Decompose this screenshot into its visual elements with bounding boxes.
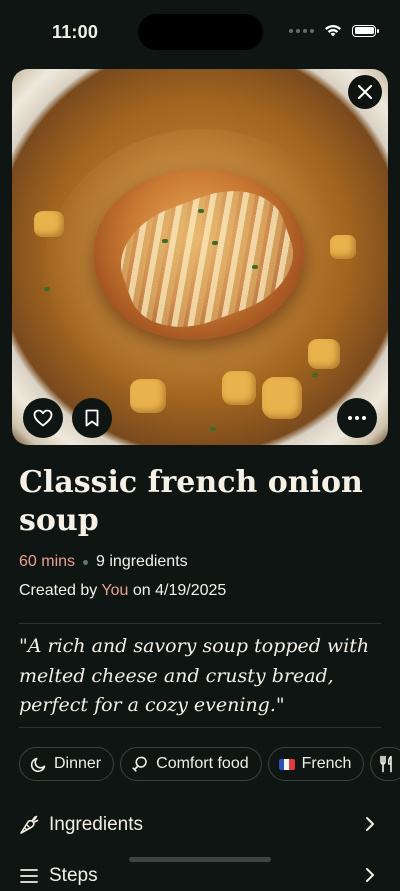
meta-separator-dot xyxy=(83,559,89,565)
divider xyxy=(19,727,381,728)
divider xyxy=(19,623,381,624)
recipe-title: Classic french onion soup xyxy=(19,465,363,538)
more-options-button[interactable] xyxy=(337,398,377,438)
recipe-description: "A rich and savory soup topped with melt… xyxy=(19,635,370,716)
herb-garnish xyxy=(44,287,50,291)
tag-chips: Dinner Comfort food French xyxy=(19,747,400,781)
created-date: on 4/19/2025 xyxy=(132,582,227,599)
chevron-right-icon xyxy=(366,868,374,882)
tag-chip-dinner[interactable]: Dinner xyxy=(19,747,115,781)
potato-chunk xyxy=(130,379,166,413)
battery-icon xyxy=(352,24,379,37)
bookmark-button[interactable] xyxy=(72,398,112,438)
ingredient-count: 9 ingredients xyxy=(96,553,188,570)
section-row-steps[interactable]: Steps xyxy=(19,861,381,891)
recipe-hero-image xyxy=(12,69,388,445)
favorite-button[interactable] xyxy=(23,398,63,438)
status-time: 11:00 xyxy=(52,22,99,42)
system-icons xyxy=(289,24,379,37)
created-by-line: Created by You on 4/19/2025 xyxy=(19,582,226,600)
tag-chip-comfort-food[interactable]: Comfort food xyxy=(120,747,262,781)
tag-chip-french[interactable]: French xyxy=(267,747,365,781)
more-horizontal-icon xyxy=(348,416,366,420)
potato-chunk xyxy=(308,339,340,369)
potato-chunk xyxy=(222,371,256,405)
herb-garnish xyxy=(210,427,216,431)
close-icon xyxy=(358,85,372,99)
utensils-icon xyxy=(380,755,393,773)
created-prefix: Created by xyxy=(19,582,98,599)
recipe-duration: 60 mins xyxy=(19,553,76,570)
list-icon xyxy=(20,869,38,883)
heart-icon xyxy=(33,409,53,427)
close-button[interactable] xyxy=(348,75,382,109)
tag-chip-label: Comfort food xyxy=(156,755,249,772)
herb-garnish xyxy=(252,265,258,269)
carrot-icon xyxy=(20,815,39,834)
status-bar: 11:00 xyxy=(0,0,400,64)
potato-chunk xyxy=(330,235,356,259)
france-flag-icon xyxy=(278,758,295,770)
tag-chip-label: French xyxy=(301,755,352,772)
section-row-label: Ingredients xyxy=(49,814,144,835)
recipe-meta: 60 mins 9 ingredients xyxy=(19,553,188,571)
herb-garnish xyxy=(162,239,168,243)
herb-garnish xyxy=(198,209,204,213)
moon-icon xyxy=(30,757,46,772)
dynamic-island xyxy=(138,14,263,50)
section-row-ingredients[interactable]: Ingredients xyxy=(19,810,381,840)
author-name[interactable]: You xyxy=(101,582,128,599)
bookmark-icon xyxy=(85,409,99,427)
chevron-right-icon xyxy=(366,817,374,831)
herb-garnish xyxy=(312,373,318,377)
wifi-icon xyxy=(325,25,341,37)
herb-garnish xyxy=(212,241,218,245)
home-indicator[interactable] xyxy=(129,857,271,862)
section-row-label: Steps xyxy=(49,865,98,886)
potato-chunk xyxy=(34,211,64,237)
tag-chip-cuisine[interactable] xyxy=(370,747,400,781)
cellular-signal-icon xyxy=(289,28,314,33)
potato-chunk xyxy=(262,377,302,419)
drumstick-icon xyxy=(132,756,147,772)
tag-chip-label: Dinner xyxy=(54,755,102,772)
